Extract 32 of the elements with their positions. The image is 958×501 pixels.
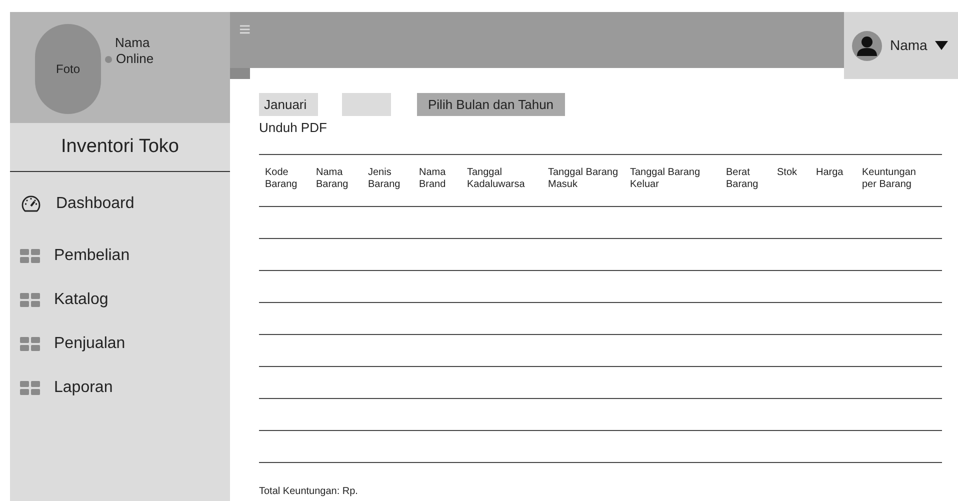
grid-icon xyxy=(20,337,40,351)
submit-button[interactable]: Pilih Bulan dan Tahun xyxy=(417,93,565,116)
column-header: Stok xyxy=(777,166,798,180)
grid-icon xyxy=(20,381,40,395)
caret-icon xyxy=(935,41,948,50)
sidebar-item[interactable]: Katalog xyxy=(10,278,230,322)
column-header: Berat Barang xyxy=(726,166,760,192)
total-profit: Total Keuntungan: Rp. xyxy=(259,484,359,498)
sidebar-item[interactable]: Dashboard xyxy=(10,184,230,224)
column-header: Tanggal Kadaluwarsa xyxy=(467,166,526,192)
sidebar-item[interactable]: Penjualan xyxy=(10,322,230,366)
photo-label: Foto xyxy=(56,61,80,78)
column-header: Keuntungan per Barang xyxy=(862,166,917,192)
column-header: Nama Brand xyxy=(419,166,447,192)
grid-icon xyxy=(20,249,40,263)
status-text: Online xyxy=(116,51,154,67)
download-link[interactable]: Unduh PDF xyxy=(259,118,327,138)
user-menu[interactable]: Nama xyxy=(844,12,958,79)
sidebar-item[interactable]: Pembelian xyxy=(10,234,230,278)
profile-name: Nama xyxy=(114,35,151,51)
user-avatar-icon xyxy=(852,30,882,60)
grid-icon xyxy=(20,293,40,307)
month-field[interactable]: Januari xyxy=(259,93,318,116)
column-header: Tanggal Barang Keluar xyxy=(630,166,702,192)
column-header: Jenis Barang xyxy=(368,166,402,192)
year-field[interactable] xyxy=(342,93,391,116)
column-header: Nama Barang xyxy=(316,166,350,192)
column-header: Harga xyxy=(816,166,844,180)
sidebar-item[interactable]: Laporan xyxy=(10,366,230,410)
column-header: Kode Barang xyxy=(265,166,298,192)
app-title: Inventori Toko xyxy=(61,134,179,159)
column-header: Tanggal Barang Masuk xyxy=(548,166,620,192)
